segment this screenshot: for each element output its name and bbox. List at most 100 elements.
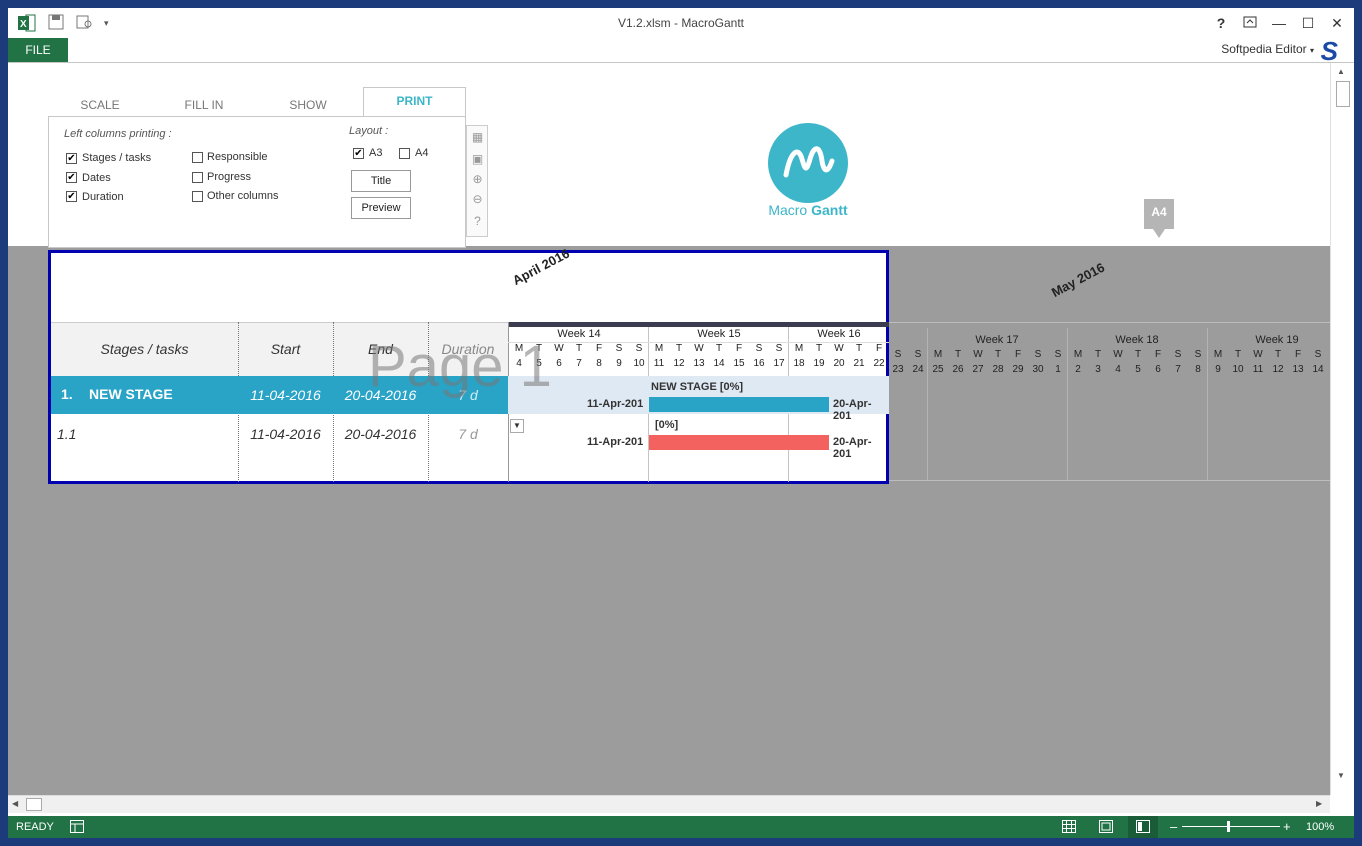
day-number: 19 [813,358,825,369]
day-letter: F [595,343,603,354]
checkbox-label: Stages / tasks [82,152,152,164]
scroll-down-icon[interactable]: ▼ [1337,771,1345,780]
checkbox-stages-tasks[interactable]: ✔ [66,153,77,164]
day-letter: M [1213,349,1223,360]
week-19-header: Week 19 [1255,334,1299,346]
day-number: 6 [1155,364,1161,375]
tab-scale[interactable]: SCALE [68,93,132,117]
minimize-button[interactable]: — [1268,13,1290,33]
maximize-button[interactable]: ☐ [1297,13,1319,33]
horizontal-scroll-thumb[interactable] [26,798,42,811]
timeline-header-bar [508,322,889,327]
scroll-right-icon[interactable]: ▶ [1316,799,1322,808]
macrogantt-logo-icon [768,123,848,203]
day-number: 24 [912,364,924,375]
day-number: 27 [972,364,984,375]
zoom-level[interactable]: 100% [1306,821,1334,833]
day-letter: S [755,343,763,354]
grid-line [888,322,1330,323]
horizontal-scrollbar[interactable]: ◀ ▶ [8,795,1330,813]
checkbox-progress[interactable] [192,172,203,183]
excel-window: X ▾ V1.2.xlsm - MacroGantt ? — ☐ ✕ FILE … [8,8,1354,838]
day-letter: F [735,343,743,354]
day-letter: M [1073,349,1083,360]
checkbox-label: Responsible [207,151,268,163]
task-bar-label: [0%] [655,419,679,431]
day-number: 21 [853,358,865,369]
vertical-scroll-thumb[interactable] [1336,81,1350,107]
day-letter: W [973,349,983,360]
excel-export-icon[interactable]: ▦ [470,130,485,145]
day-number: 13 [693,358,705,369]
tab-print[interactable]: PRINT [363,87,466,117]
header-start: Start [270,341,301,357]
print-options-panel: Left columns printing : Layout : ✔ Stage… [48,116,466,248]
preview-button[interactable]: Preview [351,197,411,219]
day-letter: S [914,349,922,360]
stage-start[interactable]: 11-04-2016 [238,387,333,403]
layout-label: Layout : [349,125,389,137]
user-account[interactable]: Softpedia Editor ▾ [1221,42,1314,56]
day-number: 8 [596,358,602,369]
tab-show[interactable]: SHOW [276,93,340,117]
day-letter: S [1314,349,1322,360]
day-letter: S [775,343,783,354]
checkbox-duration[interactable]: ✔ [66,191,77,202]
day-letter: S [1194,349,1202,360]
checkbox-other-columns[interactable] [192,191,203,202]
day-letter: T [1134,349,1142,360]
logo-brand-plain: Macro [768,202,808,218]
day-letter: T [994,349,1002,360]
day-letter: F [1154,349,1162,360]
help-icon[interactable]: ? [470,214,485,229]
task-start[interactable]: 11-04-2016 [238,426,333,442]
normal-view-icon[interactable] [1062,820,1076,836]
checkbox-a4[interactable] [399,148,410,159]
scroll-up-icon[interactable]: ▲ [1337,67,1345,76]
checkbox-a3[interactable]: ✔ [353,148,364,159]
day-number: 14 [1312,364,1324,375]
task-end[interactable]: 20-04-2016 [333,426,428,442]
week-16-header: Week 16 [817,328,861,340]
month-label-april: April 2016 [509,245,572,288]
zoom-in-icon[interactable]: + [1283,819,1291,834]
left-columns-label: Left columns printing : [64,128,172,140]
day-number: 22 [873,358,885,369]
zoom-out-icon[interactable]: ⊖ [470,192,485,207]
day-number: 10 [633,358,645,369]
day-number: 12 [1272,364,1284,375]
dropdown-arrow-icon[interactable]: ▼ [510,419,524,433]
scroll-left-icon[interactable]: ◀ [12,799,18,808]
close-button[interactable]: ✕ [1326,13,1348,33]
title-button[interactable]: Title [351,170,411,192]
zoom-slider-thumb[interactable] [1227,821,1230,832]
worksheet[interactable]: SCALE FILL IN SHOW PRINT Left columns pr… [8,63,1330,795]
zoom-in-icon[interactable]: ⊕ [470,172,485,187]
task-bar[interactable] [649,435,829,450]
zoom-out-icon[interactable]: – [1170,819,1177,834]
stage-bar[interactable] [649,397,829,412]
side-toolbar: ▦ ▣ ⊕ ⊖ ? [466,125,488,237]
macro-recording-icon[interactable] [70,820,84,836]
file-tab[interactable]: FILE [8,38,68,62]
vertical-scrollbar[interactable]: ▲ ▼ [1330,63,1354,795]
day-number: 25 [932,364,944,375]
task-bar-end: 20-Apr-201 [833,436,872,460]
checkbox-responsible[interactable] [192,152,203,163]
ribbon-display-options-icon[interactable] [1239,13,1261,33]
day-letter: T [675,343,683,354]
task-bar-start: 11-Apr-201 [587,436,644,448]
help-button[interactable]: ? [1210,13,1232,33]
tab-fill-in[interactable]: FILL IN [168,93,240,117]
stage-name[interactable]: NEW STAGE [89,386,173,402]
chevron-down-icon: ▾ [1309,46,1314,55]
checkbox-dates[interactable]: ✔ [66,172,77,183]
page-layout-view-icon[interactable] [1099,820,1113,836]
save-icon[interactable]: ▣ [470,152,485,167]
page-break-preview-icon[interactable] [1136,820,1150,836]
zoom-slider-track[interactable] [1182,826,1280,827]
day-number: 2 [1075,364,1081,375]
checkbox-label: Other columns [207,190,279,202]
day-number: 28 [992,364,1004,375]
day-letter: W [1113,349,1123,360]
